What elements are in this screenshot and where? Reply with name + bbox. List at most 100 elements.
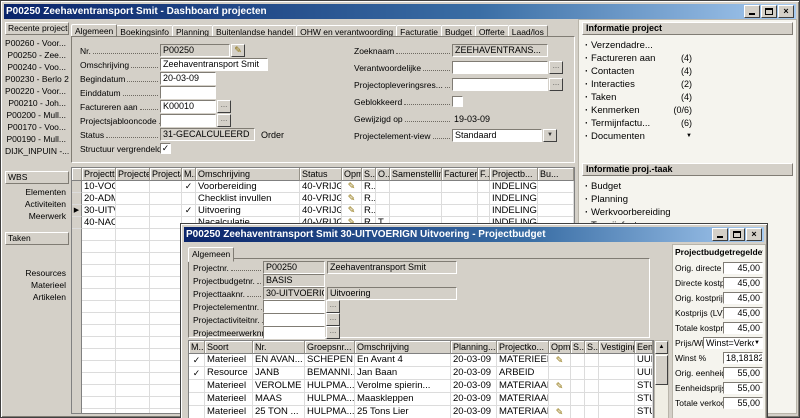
projectelementnr-field[interactable]: [263, 300, 325, 313]
column-header[interactable]: Vestiging: [599, 341, 635, 354]
row-selector-cell[interactable]: [72, 217, 82, 229]
column-header[interactable]: Nr.: [253, 341, 305, 354]
sidebar-header-wbs[interactable]: WBS: [5, 171, 69, 184]
close-button[interactable]: ×: [746, 228, 762, 241]
projectopleveringsres-field[interactable]: [452, 78, 548, 91]
browse-button[interactable]: …: [549, 61, 563, 74]
sidebar-item-recent-project[interactable]: P00170 - Voo...: [5, 121, 69, 133]
column-header[interactable]: Opm...: [549, 341, 571, 354]
table-row[interactable]: MaterieelVEROLMEHULPMA...Verolme spierin…: [189, 380, 653, 393]
sidebar-item-activiteiten[interactable]: Activiteiten: [5, 198, 69, 210]
sidebar-item-elementen[interactable]: Elementen: [5, 186, 69, 198]
info-link-interacties[interactable]: Interacties(2): [582, 78, 692, 91]
orig-kostprijs-field[interactable]: 45,00: [723, 292, 763, 304]
projectsjablooncode-field[interactable]: [160, 114, 216, 127]
table-row[interactable]: 20-ADMChecklist invullen40-VRIJG...✎R...…: [72, 193, 574, 205]
browse-button[interactable]: …: [326, 326, 340, 339]
tab-offerte[interactable]: Offerte: [475, 25, 509, 36]
sidebar-header-taken[interactable]: Taken: [5, 232, 69, 245]
column-header[interactable]: O...: [376, 168, 390, 181]
sidebar-item-recent-project[interactable]: P00240 - Voo...: [5, 61, 69, 73]
sidebar-item-recent-project[interactable]: P00200 - Mull...: [5, 109, 69, 121]
info-link-kenmerken[interactable]: Kenmerken(0/6): [582, 104, 692, 117]
factureren-aan-field[interactable]: K00010: [160, 100, 216, 113]
row-selector-cell[interactable]: [72, 181, 82, 193]
maximize-button[interactable]: [729, 228, 745, 241]
info-link-verzendadres[interactable]: Verzendadre...: [582, 39, 692, 52]
column-header[interactable]: S...: [362, 168, 376, 181]
browse-button[interactable]: …: [549, 78, 563, 91]
browse-button[interactable]: …: [217, 114, 231, 127]
minimize-button[interactable]: [712, 228, 728, 241]
sidebar-header-recent-projects[interactable]: Recente projecten: [5, 22, 69, 35]
column-header[interactable]: Status: [300, 168, 342, 181]
main-titlebar[interactable]: P00250 Zeehaventransport Smit - Dashboar…: [4, 4, 796, 19]
column-header[interactable]: Projectac...: [150, 168, 182, 181]
tab-boekingsinfo[interactable]: Boekingsinfo: [116, 25, 173, 36]
close-button[interactable]: ×: [778, 5, 794, 18]
info-link-planning[interactable]: Planning: [582, 193, 692, 206]
projectelement-view-select[interactable]: Standaard: [452, 129, 542, 142]
sidebar-item-resources[interactable]: Resources: [5, 267, 69, 279]
projectbudget-titlebar[interactable]: P00250 Zeehaventransport Smit 30-UITVOER…: [184, 227, 764, 242]
orig-eenheidsprijs-field[interactable]: 55,00: [723, 367, 763, 379]
table-row[interactable]: ✓ResourceJANBBEMANNI...Jan Baan20-03-09A…: [189, 367, 653, 380]
column-header[interactable]: Omschrijving: [355, 341, 451, 354]
sidebar-item-recent-project[interactable]: P00230 - Berlo 2: [5, 73, 69, 85]
info-link-documenten[interactable]: Documenten▼: [582, 130, 692, 143]
column-header[interactable]: Projectel...: [116, 168, 150, 181]
column-header[interactable]: Projectt...: [82, 168, 116, 181]
column-header[interactable]: [72, 168, 82, 181]
sidebar-item-recent-project[interactable]: P00220 - Voor...: [5, 85, 69, 97]
eenheidsprijs-field[interactable]: 55,00: [723, 382, 763, 394]
projectactiviteitnr-field[interactable]: [263, 313, 325, 326]
info-link-taken[interactable]: Taken(4): [582, 91, 692, 104]
scroll-up-button[interactable]: ▲: [655, 341, 668, 354]
column-header[interactable]: Soort: [205, 341, 253, 354]
column-header[interactable]: F...: [478, 168, 490, 181]
column-header[interactable]: M...: [189, 341, 205, 354]
column-header[interactable]: Omschrijving: [196, 168, 300, 181]
projectmeerwerknr-field[interactable]: [263, 326, 325, 339]
column-header[interactable]: Planning...: [451, 341, 497, 354]
sidebar-item-artikelen[interactable]: Artikelen: [5, 291, 69, 303]
winst-percentage-field[interactable]: 18,18182: [723, 352, 763, 364]
omschrijving-field[interactable]: Zeehaventransport Smit: [160, 58, 268, 71]
sidebar-item-recent-project[interactable]: P00250 - Zee...: [5, 49, 69, 61]
sidebar-item-recent-project[interactable]: DIJK_INPUIN -...: [5, 145, 69, 157]
column-header[interactable]: Eenh...: [635, 341, 653, 354]
tab-buitenlandse-handel[interactable]: Buitenlandse handel: [212, 25, 297, 36]
row-selector-cell[interactable]: [72, 193, 82, 205]
geblokkeerd-checkbox[interactable]: [452, 96, 463, 107]
info-link-budget[interactable]: Budget: [582, 180, 692, 193]
column-header[interactable]: S...: [585, 341, 599, 354]
sidebar-item-materieel[interactable]: Materieel: [5, 279, 69, 291]
column-header[interactable]: Bu...: [538, 168, 574, 181]
table-row[interactable]: 10-VOO...✓Voorbereiding40-VRIJG...✎R...I…: [72, 181, 574, 193]
browse-button[interactable]: …: [326, 313, 340, 326]
table-row[interactable]: ▶30-UITV...✓Uitvoering40-VRIJG...✎R...IN…: [72, 205, 574, 217]
verantwoordelijke-field[interactable]: [452, 61, 548, 74]
tab-planning[interactable]: Planning: [172, 25, 213, 36]
totale-kostprijs-field[interactable]: 45,00: [723, 322, 763, 334]
tab-facturatie[interactable]: Facturatie: [396, 25, 442, 36]
edit-button[interactable]: ✎: [231, 44, 245, 57]
column-header[interactable]: Facturer...: [442, 168, 478, 181]
directe-kostprijs-field[interactable]: 45,00: [723, 277, 763, 289]
dropdown-button[interactable]: ▼: [543, 129, 557, 142]
info-link-werkvoorbereiding[interactable]: Werkvoorbereiding: [582, 206, 692, 219]
table-row[interactable]: ✓MaterieelEN AVAN...SCHEPENEn Avant 420-…: [189, 354, 653, 367]
maximize-button[interactable]: [761, 5, 777, 18]
browse-button[interactable]: …: [326, 300, 340, 313]
tab-laad-los[interactable]: Laad/los: [508, 25, 548, 36]
prijs-winst-select[interactable]: Winst=Verko...▼: [703, 337, 763, 349]
sidebar-item-recent-project[interactable]: P00260 - Voor...: [5, 37, 69, 49]
begindatum-field[interactable]: 20-03-09: [160, 72, 216, 85]
tab-algemeen[interactable]: Algemeen: [188, 247, 234, 262]
info-link-termijnfacturen[interactable]: Termijnfactu...(6): [582, 117, 692, 130]
column-header[interactable]: Projectb...: [490, 168, 538, 181]
table-row[interactable]: MaterieelMAASHULPMA...Maaskleppen20-03-0…: [189, 393, 653, 406]
column-header[interactable]: Groepsnr...: [305, 341, 355, 354]
browse-button[interactable]: …: [217, 100, 231, 113]
tab-algemeen[interactable]: Algemeen: [71, 24, 117, 36]
